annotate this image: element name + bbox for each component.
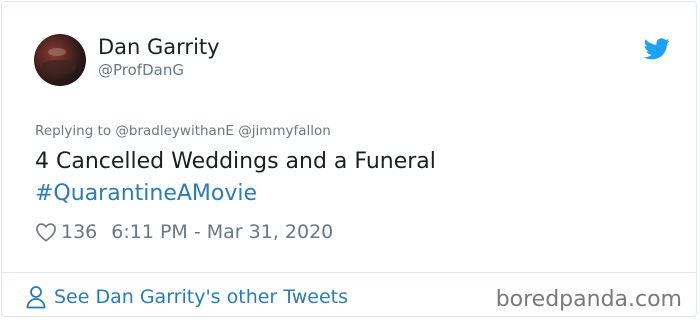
tweet-body: 4 Cancelled Weddings and a Funeral #Quar… xyxy=(35,146,436,210)
timestamp[interactable]: 6:11 PM - Mar 31, 2020 xyxy=(111,221,333,243)
avatar[interactable] xyxy=(34,34,86,86)
hashtag-link[interactable]: #QuarantineAMovie xyxy=(35,178,436,210)
person-icon xyxy=(26,286,46,309)
watermark: boredpanda.com xyxy=(495,287,682,312)
divider xyxy=(2,272,696,273)
like-count[interactable]: 136 xyxy=(61,221,97,243)
tweet-meta: 136 6:11 PM - Mar 31, 2020 xyxy=(35,221,333,243)
author-name[interactable]: Dan Garrity xyxy=(98,35,220,59)
heart-icon[interactable] xyxy=(35,222,57,242)
tweet-card: Dan Garrity @ProfDanG Replying to @bradl… xyxy=(1,1,697,317)
replying-to: Replying to @bradleywithanE @jimmyfallon xyxy=(35,123,331,139)
see-other-tweets-link[interactable]: See Dan Garrity's other Tweets xyxy=(26,285,348,309)
author-handle[interactable]: @ProfDanG xyxy=(98,61,184,79)
see-other-tweets-label[interactable]: See Dan Garrity's other Tweets xyxy=(54,286,348,308)
twitter-bird-icon[interactable] xyxy=(644,38,670,60)
tweet-text: 4 Cancelled Weddings and a Funeral xyxy=(35,149,436,174)
